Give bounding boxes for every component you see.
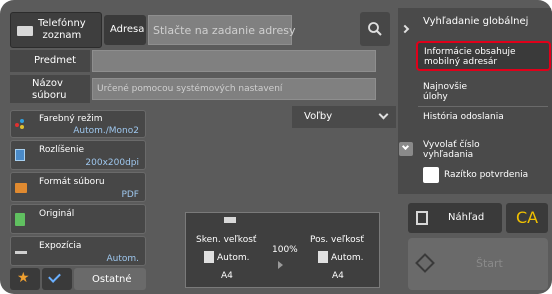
submenu-chevron[interactable] [399,142,413,156]
other-button[interactable]: Ostatné [74,268,146,290]
start-icon [415,253,435,273]
arrow-right-icon [278,261,283,269]
color-mode-icon [15,119,25,129]
subject-label: Predmet [34,55,77,66]
options-label: Voľby [304,111,333,122]
other-label: Ostatné [92,274,132,285]
file-format-icon [15,183,27,193]
original-icon [15,213,25,226]
start-label: Štart [476,257,503,270]
menu-stamp-label: Razítko potvrdenia [444,170,529,180]
filename-value: Určené pomocou systémových nastavení [97,84,283,94]
preview-label: Náhľad [448,212,485,223]
favorites-button[interactable]: ★ [10,268,40,290]
subject-row[interactable]: Predmet [10,50,90,72]
menu-recent-jobs[interactable]: Najnovšie úlohy [423,82,467,102]
address-tab-label: Adresa [110,24,145,35]
filename-label: Názov súboru [32,78,67,101]
menu-mobile-address-book[interactable]: Informácie obsahuje mobilný adresár [416,41,551,71]
start-button[interactable]: Štart [408,238,548,290]
menu-recall-search-number[interactable]: Vyvolať číslo vyhľadania [423,140,480,160]
color-mode-button[interactable]: Farebný režim Autom./Mono2 [10,110,146,138]
scan-size-label: Sken. veľkosť [196,235,257,245]
clear-all-button[interactable]: CA [506,203,548,233]
address-input[interactable]: Stlačte na zadanie adresy [148,15,296,45]
file-format-button[interactable]: Formát súboru PDF [10,172,146,202]
file-format-label: Formát súboru [39,177,105,187]
resolution-label: Rozlíšenie [39,145,85,155]
filename-row[interactable]: Názov súboru [10,75,90,103]
send-size-value: Autom. [331,253,364,263]
scan-paper-size: A4 [221,271,233,281]
star-icon: ★ [17,270,30,286]
resolution-value: 200x200dpi [85,158,139,168]
clear-all-label: CA [516,208,539,227]
resolution-button[interactable]: Rozlíšenie 200x200dpi [10,140,146,170]
original-button[interactable]: Originál [10,204,146,234]
scan-doc-icon [224,217,236,223]
menu-sending-history[interactable]: História odoslania [423,112,504,122]
exposure-value: Autom. [106,254,139,264]
resolution-icon [15,149,25,161]
chevron-down-icon [401,142,410,151]
scan-paper-icon [204,251,214,263]
filename-input[interactable]: Určené pomocou systémových nastavení [92,78,376,100]
preview-icon [416,211,428,225]
send-size-label: Pos. veľkosť [310,235,364,245]
options-dropdown[interactable]: Voľby [292,106,396,128]
screen: Telefónny zoznam Adresa Stlačte na zadan… [0,0,552,294]
stamp-checkbox[interactable] [423,167,439,183]
subject-input[interactable] [92,50,376,72]
original-label: Originál [39,209,75,219]
send-paper-icon [318,251,328,263]
file-format-value: PDF [121,190,139,200]
menu-global-search[interactable]: Vyhľadanie globálnej [423,16,528,28]
check-button[interactable] [42,268,72,290]
send-paper-size: A4 [332,271,344,281]
exposure-button[interactable]: Expozícia Autom. [10,236,146,266]
exposure-icon [15,251,27,254]
phonebook-icon [17,26,33,36]
preview-button[interactable]: Náhľad [408,203,502,233]
search-button[interactable] [360,12,390,46]
right-panel [398,8,552,194]
scan-size-value: Autom. [217,253,250,263]
color-mode-value: Autom./Mono2 [73,126,139,136]
scan-summary-panel: Sken. veľkosť Autom. A4 100% Pos. veľkos… [185,212,380,288]
checkmark-icon [48,270,61,283]
address-tab[interactable]: Adresa [104,15,146,45]
search-icon [368,22,382,36]
ratio-value: 100% [272,245,298,255]
address-placeholder: Stlačte na zadanie adresy [153,24,296,37]
phonebook-button[interactable]: Telefónny zoznam [10,12,102,48]
menu-divider-1 [418,106,548,107]
chevron-down-icon [378,109,389,120]
phonebook-label: Telefónny zoznam [38,18,86,41]
exposure-label: Expozícia [39,241,82,251]
menu-mobile-address-book-label: Informácie obsahuje mobilný adresár [424,47,516,67]
color-mode-label: Farebný režim [39,114,103,124]
